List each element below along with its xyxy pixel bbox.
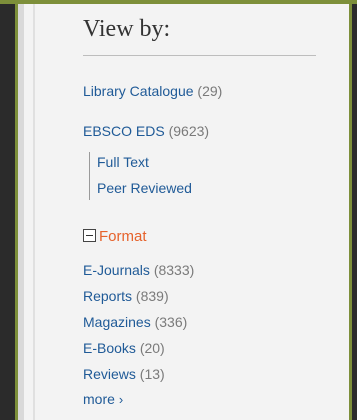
heading-divider bbox=[83, 55, 316, 56]
format-item-reports[interactable]: Reports (839) bbox=[83, 288, 169, 304]
source-count: (9623) bbox=[168, 123, 210, 139]
view-by-heading: View by: bbox=[83, 16, 171, 42]
source-label: Library Catalogue bbox=[83, 83, 194, 99]
filter-peer-reviewed[interactable]: Peer Reviewed bbox=[97, 180, 192, 196]
panel-divider bbox=[33, 4, 35, 420]
facet-panel bbox=[18, 4, 349, 420]
chevron-right-icon: › bbox=[118, 392, 124, 407]
format-count: (8333) bbox=[153, 262, 195, 278]
format-item-e-journals[interactable]: E-Journals (8333) bbox=[83, 262, 194, 278]
format-item-reviews[interactable]: Reviews (13) bbox=[83, 366, 165, 382]
format-item-e-books[interactable]: E-Books (20) bbox=[83, 340, 165, 356]
more-label: more bbox=[83, 391, 115, 407]
format-label: E-Books bbox=[83, 340, 136, 356]
right-frame-border bbox=[349, 4, 352, 420]
more-link[interactable]: more › bbox=[83, 391, 123, 407]
format-count: (336) bbox=[154, 314, 188, 330]
source-ebsco-eds[interactable]: EBSCO EDS (9623) bbox=[83, 123, 209, 139]
sub-options-bar bbox=[89, 152, 90, 200]
format-heading[interactable]: Format bbox=[99, 228, 147, 245]
format-label: Magazines bbox=[83, 314, 151, 330]
collapse-icon[interactable] bbox=[83, 229, 96, 242]
source-label: EBSCO EDS bbox=[83, 123, 165, 139]
format-count: (839) bbox=[135, 288, 169, 304]
format-count: (13) bbox=[139, 366, 165, 382]
filter-full-text[interactable]: Full Text bbox=[97, 154, 149, 170]
format-count: (20) bbox=[139, 340, 165, 356]
format-label: E-Journals bbox=[83, 262, 150, 278]
source-count: (29) bbox=[197, 83, 223, 99]
format-label: Reports bbox=[83, 288, 133, 304]
format-label: Reviews bbox=[83, 366, 136, 382]
panel-edge bbox=[18, 4, 24, 420]
format-item-magazines[interactable]: Magazines (336) bbox=[83, 314, 187, 330]
source-library-catalogue[interactable]: Library Catalogue (29) bbox=[83, 83, 222, 99]
